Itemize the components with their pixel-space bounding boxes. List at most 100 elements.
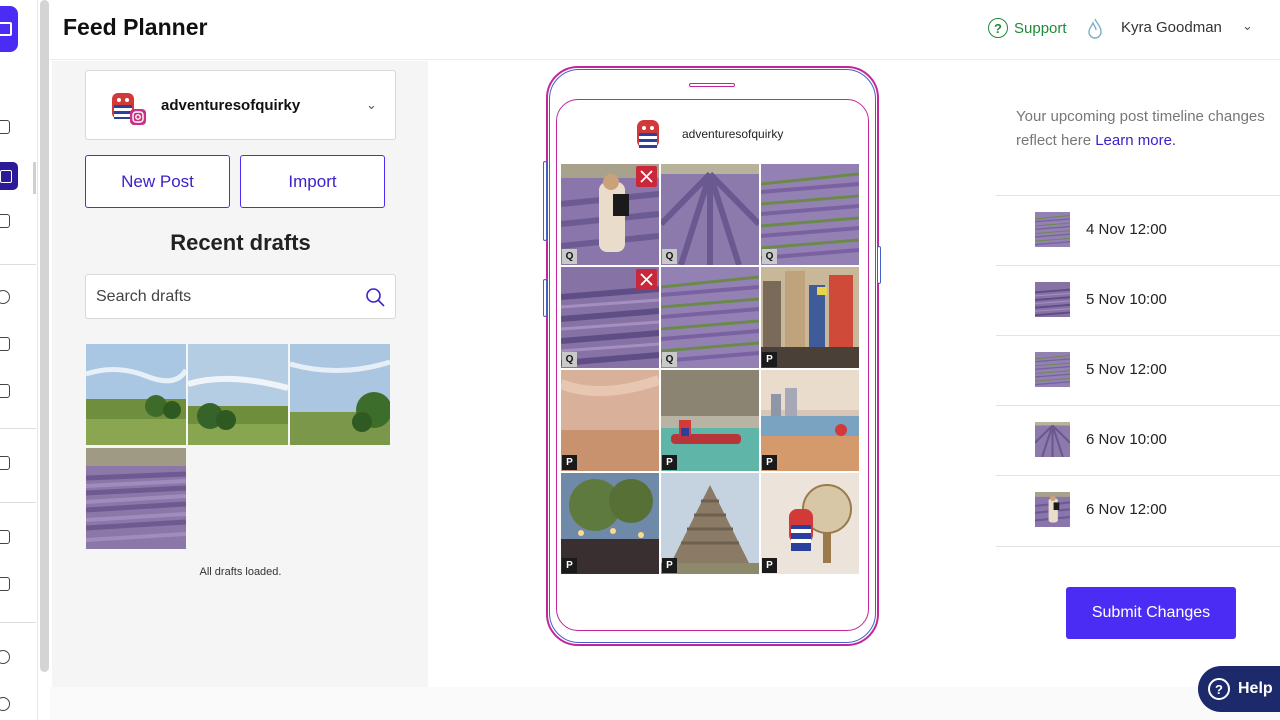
queued-badge: Q [562,352,577,367]
feed-tile[interactable]: P [661,370,759,471]
feed-tile[interactable]: P [561,473,659,574]
timeline-panel: Your upcoming post timeline changes refl… [996,61,1280,687]
timeline-row[interactable]: 5 Nov 10:00 [996,265,1280,335]
posted-badge: P [762,352,777,367]
recent-drafts-heading: Recent drafts [170,230,311,255]
timeline-time: 5 Nov 10:00 [1086,291,1167,308]
help-button[interactable]: ? Help [1198,666,1280,712]
queued-badge: Q [762,249,777,264]
phone-preview-area: adventuresofquirky Q Q Q Q Q P P P P P P P [428,61,996,687]
timeline-time: 6 Nov 12:00 [1086,501,1167,518]
bag-icon[interactable] [0,337,10,351]
posted-badge: P [662,558,677,573]
timeline-time: 6 Nov 10:00 [1086,431,1167,448]
phone-side-button [877,246,881,284]
timeline-row[interactable]: 4 Nov 12:00 [996,195,1280,265]
timeline-thumbnail [1035,212,1070,247]
share-icon[interactable] [0,650,10,664]
sidebar-divider [0,264,36,265]
timeline-thumbnail [1035,282,1070,317]
bell-icon[interactable] [0,384,10,398]
posted-badge: P [562,455,577,470]
user-name[interactable]: Kyra Goodman [1121,19,1222,36]
chevron-down-icon[interactable]: ⌄ [1242,18,1253,34]
close-icon [640,170,653,183]
timeline-row[interactable]: 5 Nov 12:00 [996,335,1280,405]
flame-icon [1088,18,1102,39]
question-circle-icon: ? [1208,678,1230,700]
feed-tile[interactable]: Q [561,267,659,368]
chevron-down-icon: ⌄ [366,97,377,112]
feed-tile[interactable]: P [761,267,859,368]
account-avatar [112,93,146,125]
help-label: Help [1238,680,1273,697]
calendar-icon[interactable] [0,120,10,134]
timeline-thumbnail [1035,352,1070,387]
learn-more-link[interactable]: Learn more. [1095,132,1176,149]
top-header: Feed Planner ? Support Kyra Goodman ⌄ [50,0,1280,60]
feed-tile[interactable]: Q [561,164,659,265]
remove-tile-button[interactable] [636,269,657,290]
drafts-status: All drafts loaded. [199,566,282,578]
question-circle-icon: ? [988,18,1008,38]
app-logo[interactable] [0,6,18,52]
feed-tile[interactable]: Q [761,164,859,265]
remove-tile-button[interactable] [636,166,657,187]
import-button[interactable]: Import [240,155,385,208]
timeline-row[interactable]: 6 Nov 12:00 [996,475,1280,545]
posted-badge: P [762,455,777,470]
support-label: Support [1014,19,1067,37]
feed-tile[interactable]: P [661,473,759,574]
close-icon [640,273,653,286]
timeline-row[interactable]: 6 Nov 10:00 [996,405,1280,475]
draft-thumbnail[interactable] [86,448,186,549]
phone-side-button [543,279,547,317]
drafts-panel: adventuresofquirky ⌄ New Post Import Rec… [52,61,428,687]
chart-icon[interactable] [0,456,10,470]
sidebar-divider [0,502,36,503]
sidebar-active-marker [33,162,36,194]
feed-avatar [637,120,659,148]
search-icon[interactable] [365,287,385,307]
footer-bar [50,687,1280,720]
feed-tile[interactable]: P [761,473,859,574]
feed-account-name: adventuresofquirky [682,127,784,141]
timeline-divider [996,546,1280,547]
feed-tile[interactable]: Q [661,267,759,368]
queued-badge: Q [662,249,677,264]
page-title: Feed Planner [63,14,208,40]
timeline-thumbnail [1035,422,1070,457]
feed-tile[interactable]: P [761,370,859,471]
new-post-button[interactable]: New Post [85,155,230,208]
user-icon[interactable] [0,697,10,711]
timeline-time: 5 Nov 12:00 [1086,361,1167,378]
left-sidebar [0,0,38,720]
timeline-time: 4 Nov 12:00 [1086,221,1167,238]
timeline-thumbnail [1035,492,1070,527]
queued-badge: Q [562,249,577,264]
feed-tile[interactable]: Q [661,164,759,265]
queued-badge: Q [662,352,677,367]
account-selector[interactable]: adventuresofquirky ⌄ [85,70,396,140]
phone-speaker [689,83,735,87]
phone-side-button [543,161,547,241]
draft-thumbnail[interactable] [86,344,186,445]
submit-changes-button[interactable]: Submit Changes [1066,587,1236,639]
sidebar-scrollbar[interactable] [40,0,49,672]
account-name: adventuresofquirky [161,97,301,114]
posted-badge: P [662,455,677,470]
list-icon[interactable] [0,214,10,228]
feed-tile[interactable]: P [561,370,659,471]
timeline-note: Your upcoming post timeline changes refl… [1016,105,1280,153]
sidebar-divider [0,428,36,429]
search-drafts-box [85,274,396,319]
clock-icon[interactable] [0,290,10,304]
draft-thumbnail[interactable] [290,344,390,445]
draft-thumbnail[interactable] [188,344,288,445]
search-input[interactable] [96,285,356,309]
posted-badge: P [562,558,577,573]
grid-icon[interactable] [0,162,18,190]
layers-icon[interactable] [0,577,10,591]
tag-icon[interactable] [0,530,10,544]
support-link[interactable]: ? Support [988,18,1067,38]
